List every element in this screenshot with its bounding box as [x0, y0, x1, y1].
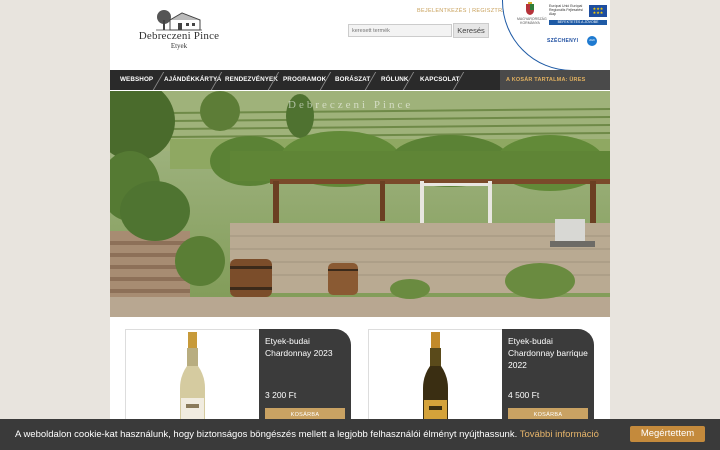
product-name[interactable]: Etyek-budai Chardonnay barrique 2022	[508, 335, 592, 371]
eu-investment-bar: BEFEKTETÉS A JÖVŐBE	[549, 20, 607, 25]
nav-divider	[152, 72, 165, 90]
search-input[interactable]	[348, 24, 452, 37]
product-price: 4 500 Ft	[508, 390, 540, 400]
login-link[interactable]: BEJELENTKEZÉS	[417, 8, 467, 14]
hungary-coat-of-arms-icon	[526, 2, 534, 15]
link-separator: |	[468, 8, 471, 14]
logo-subtitle: Etyek	[170, 42, 188, 50]
vineyard-terrace-photo: Debreczeni Pince	[110, 91, 610, 317]
eu-stars-icon: ★★★ ★★★	[592, 6, 604, 15]
eu-fund-text: Európai Unió Európai Regionális Fejleszt…	[549, 4, 583, 16]
cookie-accept-button[interactable]: Megértettem	[630, 426, 705, 442]
logo-name: Debreczeni Pince	[138, 30, 220, 42]
product-name[interactable]: Etyek-budai Chardonnay 2023	[265, 335, 349, 359]
szechenyi-logo-icon: 2020	[587, 36, 597, 46]
cookie-text: A weboldalon cookie-kat használunk, hogy…	[15, 429, 518, 440]
cart-status[interactable]: A KOSÁR TARTALMA: ÜRES	[500, 70, 610, 90]
szechenyi-number: 2020	[589, 39, 595, 42]
winery-building-icon	[156, 10, 202, 31]
eu-gov-text: MAGYARORSZÁG KORMÁNYA	[517, 17, 547, 25]
search-button[interactable]: Keresés	[453, 23, 489, 38]
eu-funding-badge[interactable]: MAGYARORSZÁG KORMÁNYA Európai Unió Európ…	[502, 0, 610, 71]
site-logo[interactable]: Debreczeni Pince Etyek	[134, 8, 224, 60]
hero-overlay-text: Debreczeni Pince	[288, 99, 413, 111]
nav-item-programs[interactable]: PROGRAMOK	[283, 70, 326, 90]
header: Debreczeni Pince Etyek BEJELENTKEZÉS | R…	[110, 0, 610, 71]
szechenyi-label: SZÉCHENYI	[547, 38, 579, 44]
page: Debreczeni Pince Etyek BEJELENTKEZÉS | R…	[110, 0, 610, 450]
cookie-more-link[interactable]: További információ	[520, 429, 599, 440]
nav-item-webshop[interactable]: WEBSHOP	[120, 70, 153, 90]
cookie-banner: A weboldalon cookie-kat használunk, hogy…	[0, 419, 720, 450]
hero-image: Debreczeni Pince	[110, 91, 610, 317]
main-nav: WEBSHOP AJÁNDÉKKÁRTYA RENDEZVÉNYEK PROGR…	[110, 70, 610, 90]
cookie-message: A weboldalon cookie-kat használunk, hogy…	[15, 429, 599, 440]
product-price: 3 200 Ft	[265, 390, 297, 400]
